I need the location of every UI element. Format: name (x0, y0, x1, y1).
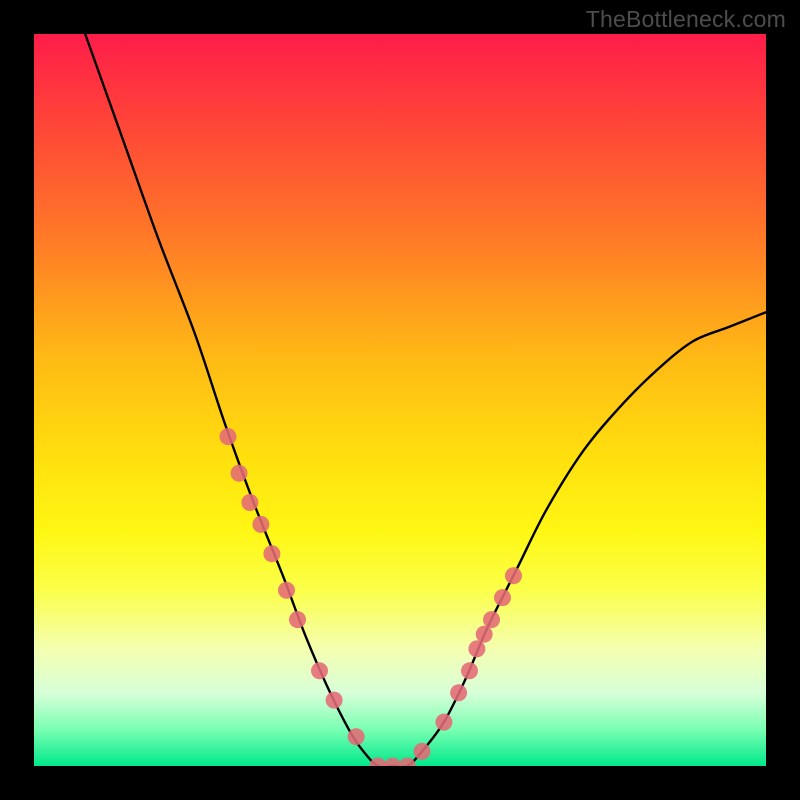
bottleneck-curve (85, 34, 766, 766)
highlight-marker (231, 465, 248, 482)
highlight-marker (435, 714, 452, 731)
chart-frame: TheBottleneck.com (0, 0, 800, 800)
highlight-marker (348, 728, 365, 745)
highlight-marker (494, 589, 511, 606)
highlight-marker (263, 545, 280, 562)
highlight-marker (476, 626, 493, 643)
highlight-marker (220, 428, 237, 445)
highlight-marker (289, 611, 306, 628)
highlight-marker (414, 743, 431, 760)
watermark-text: TheBottleneck.com (586, 6, 786, 33)
highlight-marker (461, 662, 478, 679)
highlight-markers (220, 428, 523, 766)
plot-area (34, 34, 766, 766)
highlight-marker (399, 758, 416, 767)
highlight-marker (505, 567, 522, 584)
highlight-marker (370, 758, 387, 767)
highlight-marker (241, 494, 258, 511)
highlight-marker (311, 662, 328, 679)
highlight-marker (483, 611, 500, 628)
highlight-marker (450, 684, 467, 701)
highlight-marker (326, 692, 343, 709)
highlight-marker (384, 758, 401, 767)
highlight-marker (278, 582, 295, 599)
highlight-marker (252, 516, 269, 533)
curve-svg (34, 34, 766, 766)
highlight-marker (468, 640, 485, 657)
